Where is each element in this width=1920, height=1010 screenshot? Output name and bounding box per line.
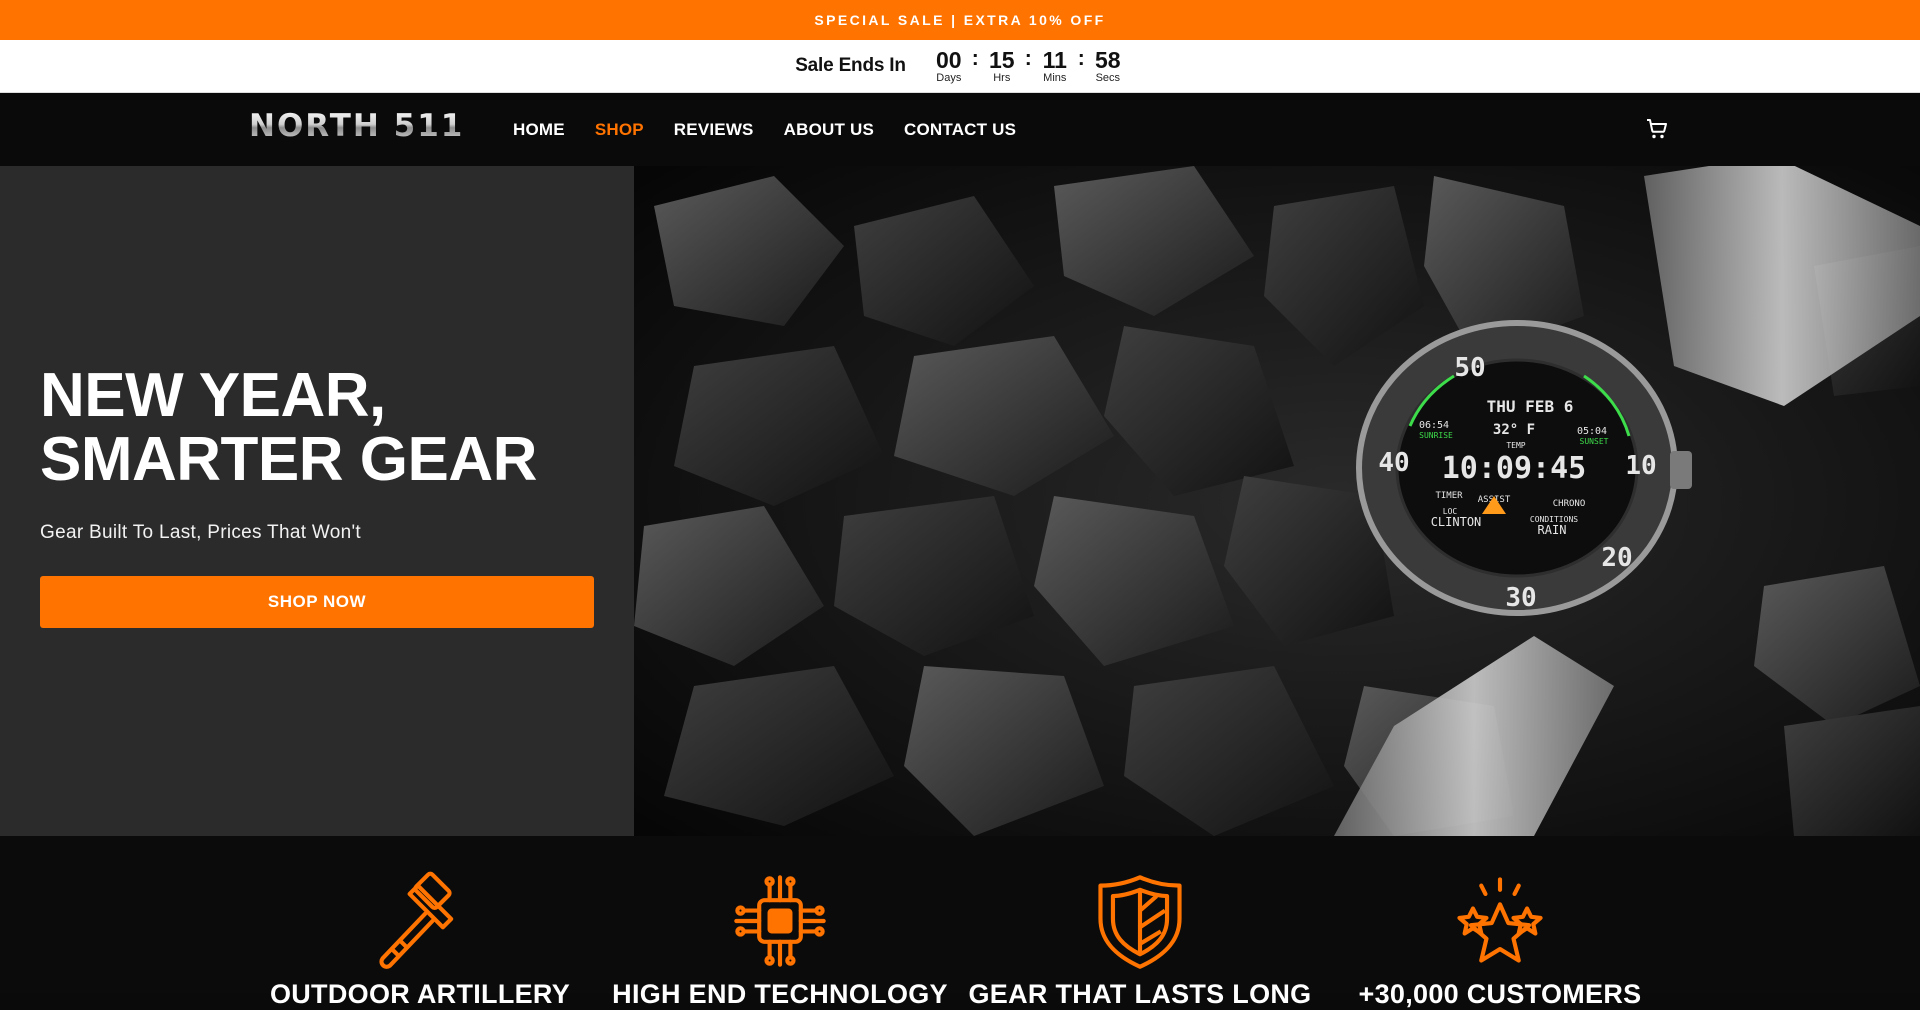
shop-now-button[interactable]: SHOP NOW	[40, 576, 594, 628]
watch-date: THU FEB 6	[1487, 397, 1574, 416]
hammer-icon	[379, 871, 454, 969]
watch-sunset-label: SUNSET	[1580, 437, 1609, 446]
bezel-30: 30	[1505, 583, 1536, 613]
countdown-bar: Sale Ends In 00 Days : 15 Hrs : 11 Mins …	[0, 40, 1920, 93]
countdown-separator: :	[1024, 46, 1032, 70]
hero-image: 50 10 20 30 40 THU FEB 6 06:54 SUNRISE 3…	[634, 166, 1920, 836]
announcement-bar: SPECIAL SALE | EXTRA 10% OFF	[0, 0, 1920, 40]
nav-item-contact-us[interactable]: CONTACT US	[904, 120, 1016, 140]
countdown-separator: :	[1077, 46, 1085, 70]
countdown-days: 00 Days	[932, 48, 966, 85]
watch-chrono: CHRONO	[1553, 499, 1586, 509]
countdown-secs-value: 58	[1095, 46, 1121, 73]
countdown-days-value: 00	[936, 46, 962, 73]
feature-customers: +30,000 CUSTOMERS	[1350, 869, 1650, 1010]
stars-icon	[1457, 877, 1543, 963]
bezel-40: 40	[1378, 448, 1409, 478]
countdown-hours-label: Hrs	[993, 71, 1011, 84]
site-logo[interactable]: NORTH 511	[249, 108, 465, 144]
nav-item-reviews[interactable]: REVIEWS	[674, 120, 754, 140]
hero-title-line-2: SMARTER GEAR	[40, 425, 537, 494]
hero-panel: NEW YEAR, SMARTER GEAR Gear Built To Las…	[0, 166, 634, 836]
watch-sunset: 05:04	[1577, 426, 1607, 437]
announcement-text: SPECIAL SALE | EXTRA 10% OFF	[814, 12, 1106, 28]
countdown-timer: 00 Days : 15 Hrs : 11 Mins : 58 Secs	[932, 46, 1125, 85]
countdown-secs-label: Secs	[1095, 71, 1121, 84]
nav-item-home[interactable]: HOME	[513, 120, 565, 140]
bezel-20: 20	[1601, 543, 1632, 573]
watch-weather: RAIN	[1538, 523, 1567, 537]
feature-title: GEAR THAT LASTS LONG	[968, 979, 1312, 1009]
watch-sunrise-label: SUNRISE	[1419, 431, 1453, 440]
feature-title: OUTDOOR ARTILLERY	[269, 979, 571, 1009]
countdown-hours: 15 Hrs	[985, 48, 1019, 85]
watch-temp: 32° F	[1493, 422, 1535, 438]
watch-sunrise: 06:54	[1419, 420, 1449, 431]
logo-text: NORTH 511	[249, 108, 465, 144]
feature-title: HIGH END TECHNOLOGY	[612, 979, 948, 1009]
feature-high-end-technology: HIGH END TECHNOLOGY	[612, 869, 948, 1010]
watch-time: 10:09:45	[1442, 451, 1587, 486]
cart-icon[interactable]	[1645, 117, 1669, 141]
countdown-secs: 58 Secs	[1091, 48, 1125, 85]
countdown-label: Sale Ends In	[795, 55, 906, 76]
feature-outdoor-artillery: OUTDOOR ARTILLERY	[270, 869, 570, 1010]
nav-item-about-us[interactable]: ABOUT US	[784, 120, 874, 140]
watch-timer: TIMER	[1435, 491, 1463, 501]
countdown-mins: 11 Mins	[1038, 48, 1072, 85]
rocks-background: 50 10 20 30 40 THU FEB 6 06:54 SUNRISE 3…	[634, 166, 1920, 836]
countdown-mins-value: 11	[1042, 46, 1067, 73]
nav-item-shop[interactable]: SHOP	[595, 120, 644, 140]
feature-gear-that-lasts-long: GEAR THAT LASTS LONG	[969, 869, 1311, 1010]
countdown-hours-value: 15	[989, 46, 1015, 73]
main-navigation: NORTH 511 HOME SHOP REVIEWS ABOUT US CON…	[0, 93, 1920, 166]
watch-temp-label: TEMP	[1506, 441, 1525, 450]
countdown-mins-label: Mins	[1043, 71, 1067, 84]
hero-title-line-1: NEW YEAR,	[40, 361, 386, 430]
countdown-separator: :	[971, 46, 979, 70]
bezel-10: 10	[1625, 451, 1656, 481]
feature-title: +30,000 CUSTOMERS	[1358, 979, 1642, 1009]
bezel-50: 50	[1454, 353, 1485, 383]
watch-city: CLINTON	[1431, 515, 1482, 529]
shield-icon	[1098, 875, 1182, 969]
chip-icon	[734, 875, 826, 967]
hero-section: NEW YEAR, SMARTER GEAR Gear Built To Las…	[0, 166, 1920, 836]
hero-title: NEW YEAR, SMARTER GEAR	[40, 364, 537, 492]
countdown-days-label: Days	[936, 71, 962, 84]
nav-menu: HOME SHOP REVIEWS ABOUT US CONTACT US	[513, 93, 1016, 166]
features-strip: OUTDOOR ARTILLERY HIGH END TECHNOLOGY GE…	[0, 836, 1920, 1009]
hero-subtitle: Gear Built To Last, Prices That Won't	[40, 522, 361, 543]
